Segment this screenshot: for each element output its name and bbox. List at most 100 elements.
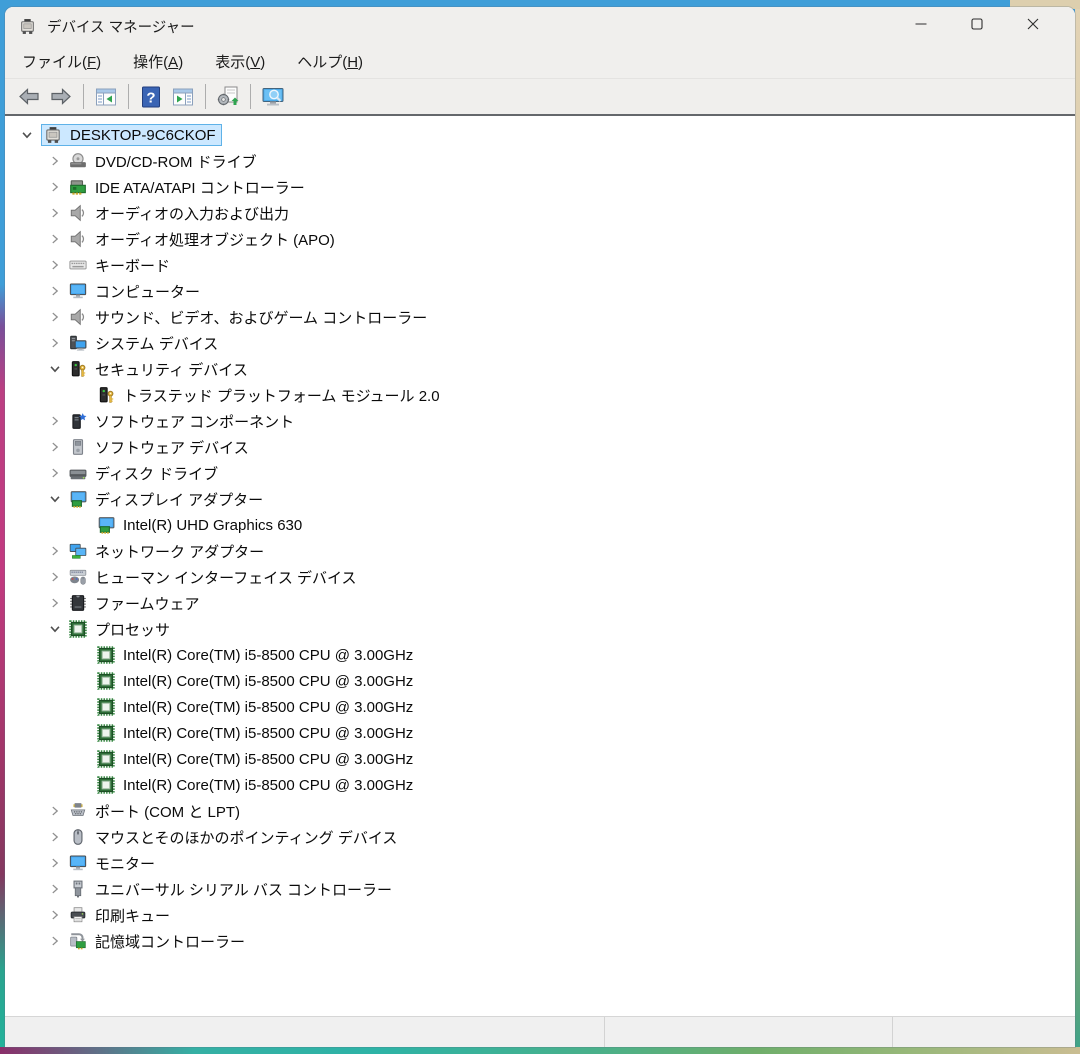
tree-item[interactable]: ネットワーク アダプター [5,538,1075,564]
title-bar[interactable]: デバイス マネージャー [5,7,1075,45]
chevron-down-icon[interactable] [41,621,69,637]
show-console-tree-button[interactable] [90,82,122,112]
chevron-right-icon[interactable] [41,335,69,351]
security-device-icon [97,386,115,404]
chevron-right-icon[interactable] [41,933,69,949]
tree-item[interactable]: ポート (COM と LPT) [5,798,1075,824]
menu-h[interactable]: ヘルプ(H) [287,47,373,76]
tree-item[interactable]: ユニバーサル シリアル バス コントローラー [5,876,1075,902]
toolbar: ? [5,79,1075,116]
chevron-right-icon[interactable] [41,231,69,247]
tree-item[interactable]: システム デバイス [5,330,1075,356]
show-action-pane-icon [171,85,195,109]
help-button[interactable]: ? [135,82,167,112]
wallpaper-bottom-edge [0,1047,1080,1054]
tree-item[interactable]: 記憶域コントローラー [5,928,1075,954]
chevron-right-icon[interactable] [41,907,69,923]
chevron-down-icon[interactable] [13,127,41,143]
tree-item-label: トラステッド プラットフォーム モジュール 2.0 [123,385,440,406]
keyboard-icon [69,256,87,274]
usb-controller-icon [69,880,87,898]
tree-item[interactable]: Intel(R) Core(TM) i5-8500 CPU @ 3.00GHz [5,694,1075,720]
chevron-right-icon[interactable] [41,257,69,273]
tree-item[interactable]: Intel(R) UHD Graphics 630 [5,512,1075,538]
chevron-right-icon[interactable] [41,595,69,611]
scan-hardware-changes-button[interactable] [212,82,244,112]
tree-item[interactable]: ソフトウェア デバイス [5,434,1075,460]
tree-item-label: ソフトウェア デバイス [95,437,249,458]
chevron-right-icon[interactable] [41,465,69,481]
tree-item[interactable]: IDE ATA/ATAPI コントローラー [5,174,1075,200]
tree-item-label: Intel(R) Core(TM) i5-8500 CPU @ 3.00GHz [123,751,413,768]
menu-f[interactable]: ファイル(F) [12,47,111,76]
device-search-button[interactable] [257,82,289,112]
tree-item-label: ソフトウェア コンポーネント [95,411,294,432]
maximize-button[interactable] [949,7,1005,45]
tree-item-label: システム デバイス [95,333,218,354]
chevron-down-icon[interactable] [41,491,69,507]
chevron-right-icon[interactable] [41,153,69,169]
tree-item-label: ファームウェア [95,593,200,614]
device-tree: DESKTOP-9C6CKOF DVD/CD-ROM ドライブIDE ATA/AT… [5,116,1075,1013]
tree-item[interactable]: Intel(R) Core(TM) i5-8500 CPU @ 3.00GHz [5,772,1075,798]
status-section [605,1017,893,1047]
chevron-right-icon[interactable] [41,205,69,221]
tree-item[interactable]: モニター [5,850,1075,876]
tree-item[interactable]: プロセッサ [5,616,1075,642]
tree-item[interactable]: Intel(R) Core(TM) i5-8500 CPU @ 3.00GHz [5,720,1075,746]
print-queue-icon [69,906,87,924]
chevron-right-icon[interactable] [41,413,69,429]
tree-item[interactable]: キーボード [5,252,1075,278]
tree-item[interactable]: Intel(R) Core(TM) i5-8500 CPU @ 3.00GHz [5,668,1075,694]
tree-item-label: Intel(R) Core(TM) i5-8500 CPU @ 3.00GHz [123,777,413,794]
tree-item[interactable]: オーディオの入力および出力 [5,200,1075,226]
tree-item[interactable]: ファームウェア [5,590,1075,616]
chevron-right-icon[interactable] [41,283,69,299]
chevron-right-icon[interactable] [41,309,69,325]
tree-item[interactable]: トラステッド プラットフォーム モジュール 2.0 [5,382,1075,408]
tree-item[interactable]: 印刷キュー [5,902,1075,928]
tree-item-label: DESKTOP-9C6CKOF [70,127,216,144]
chevron-right-icon[interactable] [41,179,69,195]
tree-item-label: DVD/CD-ROM ドライブ [95,151,257,172]
chevron-right-icon[interactable] [41,829,69,845]
tree-item[interactable]: マウスとそのほかのポインティング デバイス [5,824,1075,850]
wallpaper-right-edge [1075,0,1080,1054]
processor-icon [97,724,115,742]
tree-item[interactable]: オーディオ処理オブジェクト (APO) [5,226,1075,252]
close-button[interactable] [1005,7,1061,45]
chevron-right-icon[interactable] [41,569,69,585]
chevron-right-icon[interactable] [41,855,69,871]
chevron-right-icon[interactable] [41,543,69,559]
tree-item-label: マウスとそのほかのポインティング デバイス [95,827,397,848]
tree-item[interactable]: ディスク ドライブ [5,460,1075,486]
show-action-pane-button[interactable] [167,82,199,112]
selected-item-highlight[interactable]: DESKTOP-9C6CKOF [41,124,222,146]
chevron-right-icon[interactable] [41,881,69,897]
device-manager-window: デバイス マネージャー ファイル(F) 操作(A) 表示(V) ヘルプ(H) ? DE… [5,7,1075,1047]
tree-item[interactable]: セキュリティ デバイス [5,356,1075,382]
tree-item-label: ディスク ドライブ [95,463,218,484]
display-adapter-icon [97,516,115,534]
tree-item[interactable]: ヒューマン インターフェイス デバイス [5,564,1075,590]
minimize-button[interactable] [893,7,949,45]
back-button[interactable] [13,82,45,112]
forward-button[interactable] [45,82,77,112]
tree-item[interactable]: DESKTOP-9C6CKOF [5,122,1075,148]
tree-item[interactable]: ソフトウェア コンポーネント [5,408,1075,434]
tree-item[interactable]: ディスプレイ アダプター [5,486,1075,512]
chevron-right-icon[interactable] [41,803,69,819]
tree-item[interactable]: コンピューター [5,278,1075,304]
tree-item[interactable]: DVD/CD-ROM ドライブ [5,148,1075,174]
tree-item[interactable]: Intel(R) Core(TM) i5-8500 CPU @ 3.00GHz [5,642,1075,668]
chevron-down-icon[interactable] [41,361,69,377]
tree-item[interactable]: Intel(R) Core(TM) i5-8500 CPU @ 3.00GHz [5,746,1075,772]
status-bar [5,1016,1075,1047]
processor-icon [97,698,115,716]
menu-v[interactable]: 表示(V) [205,47,275,76]
tree-item-label: Intel(R) Core(TM) i5-8500 CPU @ 3.00GHz [123,647,413,664]
tree-item[interactable]: サウンド、ビデオ、およびゲーム コントローラー [5,304,1075,330]
audio-endpoint-icon [69,204,87,222]
menu-a[interactable]: 操作(A) [123,47,193,76]
chevron-right-icon[interactable] [41,439,69,455]
